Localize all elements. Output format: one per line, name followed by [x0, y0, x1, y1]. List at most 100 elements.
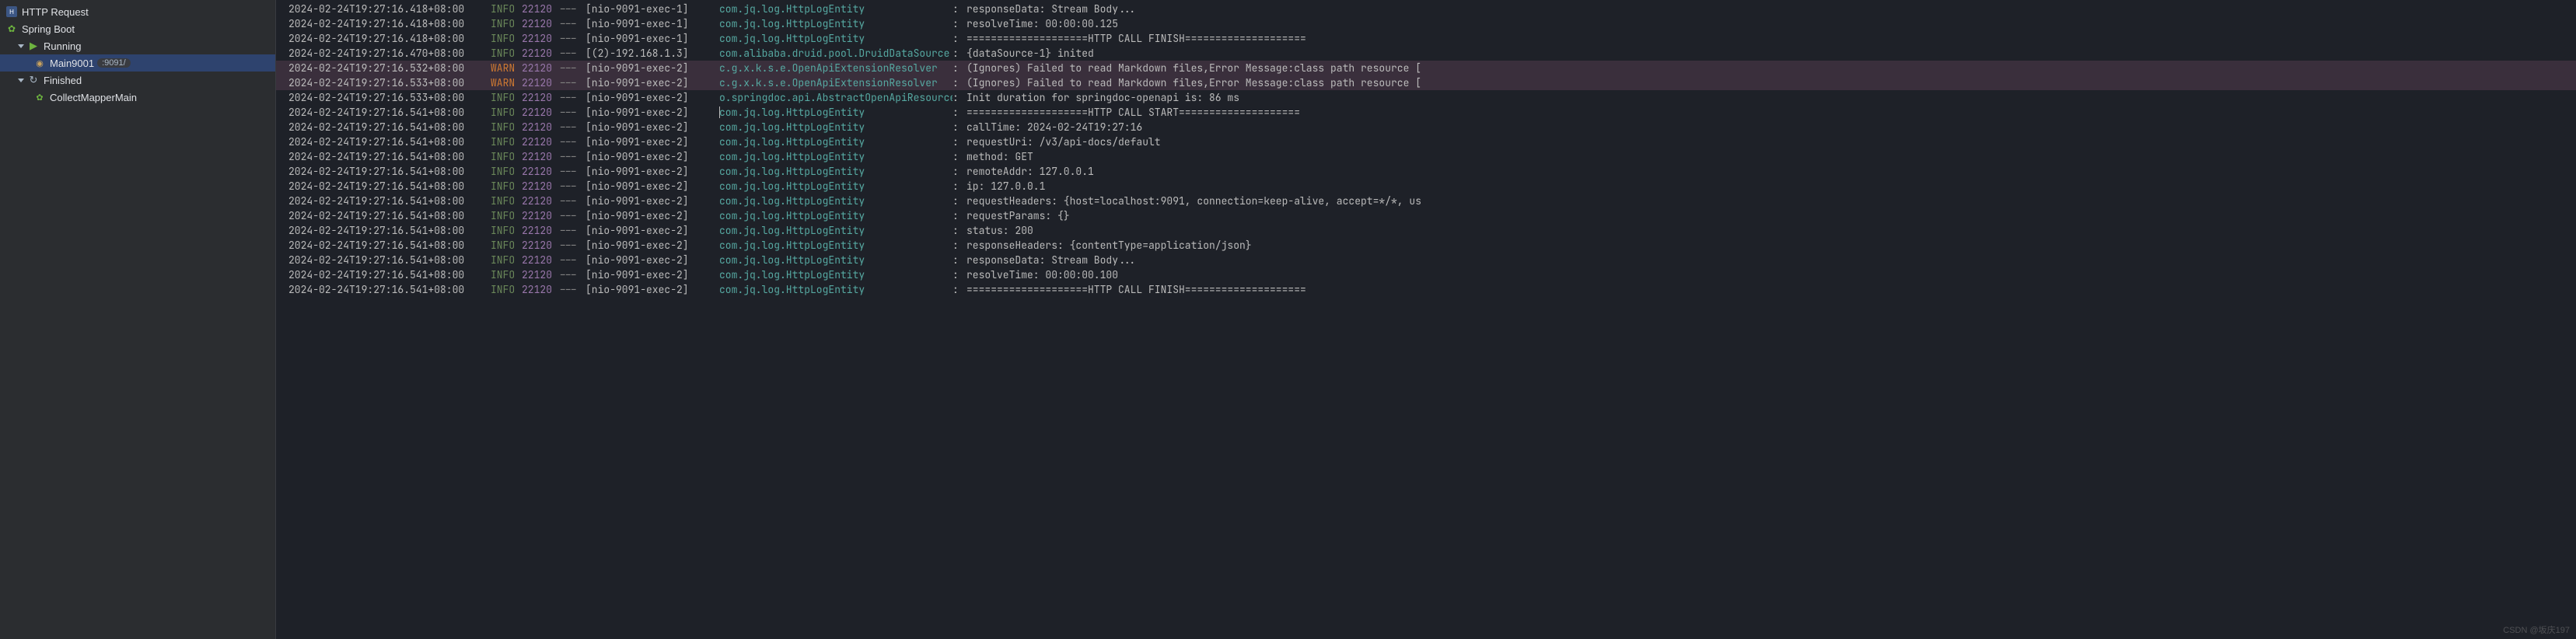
log-line[interactable]: 2024-02-24T19:27:16.541+08:00INFO22120--…: [276, 194, 2576, 208]
log-separator: ---: [559, 120, 585, 134]
cube-icon: ◉: [34, 58, 45, 68]
log-timestamp: 2024-02-24T19:27:16.541+08:00: [288, 208, 491, 223]
log-pid: 22120: [522, 267, 559, 282]
log-line[interactable]: 2024-02-24T19:27:16.533+08:00WARN22120--…: [276, 75, 2576, 90]
log-logger: com.jq.log.HttpLogEntity: [719, 223, 952, 238]
tree-label: HTTP Request: [22, 6, 89, 18]
log-line[interactable]: 2024-02-24T19:27:16.541+08:00INFO22120--…: [276, 179, 2576, 194]
log-separator: ---: [559, 267, 585, 282]
tree-main9001[interactable]: ◉ Main9001 :9091/: [0, 54, 275, 72]
log-thread: [nio-9091-exec-2]: [585, 238, 719, 253]
log-message: ip: 127.0.0.1: [966, 179, 1045, 194]
console-log-pane[interactable]: 2024-02-24T19:27:16.418+08:00INFO22120--…: [276, 0, 2576, 639]
log-separator: ---: [559, 282, 585, 297]
log-timestamp: 2024-02-24T19:27:16.541+08:00: [288, 238, 491, 253]
log-thread: [nio-9091-exec-2]: [585, 179, 719, 194]
log-thread: [nio-9091-exec-2]: [585, 105, 719, 120]
log-level: WARN: [491, 61, 522, 75]
log-thread: [nio-9091-exec-1]: [585, 16, 719, 31]
log-pid: 22120: [522, 149, 559, 164]
log-pid: 22120: [522, 238, 559, 253]
log-timestamp: 2024-02-24T19:27:16.541+08:00: [288, 194, 491, 208]
log-thread: [nio-9091-exec-2]: [585, 61, 719, 75]
log-line[interactable]: 2024-02-24T19:27:16.541+08:00INFO22120--…: [276, 267, 2576, 282]
log-line[interactable]: 2024-02-24T19:27:16.532+08:00WARN22120--…: [276, 61, 2576, 75]
watermark: CSDN @坂庆197: [2503, 623, 2570, 636]
log-timestamp: 2024-02-24T19:27:16.533+08:00: [288, 75, 491, 90]
tree-running[interactable]: ▶ Running: [0, 37, 275, 54]
chevron-down-icon: [17, 42, 25, 50]
log-level: INFO: [491, 208, 522, 223]
log-pid: 22120: [522, 120, 559, 134]
log-level: INFO: [491, 238, 522, 253]
log-colon: :: [952, 194, 966, 208]
tree-collect-mapper[interactable]: ✿ CollectMapperMain: [0, 89, 275, 106]
log-logger: com.jq.log.HttpLogEntity: [719, 149, 952, 164]
log-message: remoteAddr: 127.0.0.1: [966, 164, 1094, 179]
log-pid: 22120: [522, 194, 559, 208]
log-line[interactable]: 2024-02-24T19:27:16.541+08:00INFO22120--…: [276, 223, 2576, 238]
log-line[interactable]: 2024-02-24T19:27:16.418+08:00INFO22120--…: [276, 31, 2576, 46]
log-level: INFO: [491, 164, 522, 179]
log-thread: [nio-9091-exec-2]: [585, 253, 719, 267]
log-thread: [nio-9091-exec-2]: [585, 75, 719, 90]
log-colon: :: [952, 179, 966, 194]
log-timestamp: 2024-02-24T19:27:16.541+08:00: [288, 134, 491, 149]
log-line[interactable]: 2024-02-24T19:27:16.418+08:00INFO22120--…: [276, 2, 2576, 16]
tree-spring-boot[interactable]: ✿ Spring Boot: [0, 20, 275, 37]
log-timestamp: 2024-02-24T19:27:16.541+08:00: [288, 253, 491, 267]
log-logger: com.jq.log.HttpLogEntity: [719, 105, 952, 120]
log-logger: com.jq.log.HttpLogEntity: [719, 31, 952, 46]
log-logger: com.alibaba.druid.pool.DruidDataSource: [719, 46, 952, 61]
log-separator: ---: [559, 134, 585, 149]
log-message: Init duration for springdoc-openapi is: …: [966, 90, 1239, 105]
log-line[interactable]: 2024-02-24T19:27:16.418+08:00INFO22120--…: [276, 16, 2576, 31]
log-line[interactable]: 2024-02-24T19:27:16.541+08:00INFO22120--…: [276, 149, 2576, 164]
run-sidebar: H HTTP Request ✿ Spring Boot ▶ Running ◉…: [0, 0, 276, 639]
log-separator: ---: [559, 179, 585, 194]
log-level: INFO: [491, 90, 522, 105]
log-separator: ---: [559, 149, 585, 164]
tree-http-request[interactable]: H HTTP Request: [0, 3, 275, 20]
log-line[interactable]: 2024-02-24T19:27:16.541+08:00INFO22120--…: [276, 282, 2576, 297]
log-pid: 22120: [522, 134, 559, 149]
tree-label: Running: [44, 40, 81, 52]
log-separator: ---: [559, 105, 585, 120]
log-message: ====================HTTP CALL FINISH====…: [966, 31, 1306, 46]
log-colon: :: [952, 164, 966, 179]
log-line[interactable]: 2024-02-24T19:27:16.541+08:00INFO22120--…: [276, 208, 2576, 223]
log-message: resolveTime: 00:00:00.100: [966, 267, 1118, 282]
log-colon: :: [952, 61, 966, 75]
log-colon: :: [952, 90, 966, 105]
log-separator: ---: [559, 194, 585, 208]
log-line[interactable]: 2024-02-24T19:27:16.541+08:00INFO22120--…: [276, 134, 2576, 149]
log-line[interactable]: 2024-02-24T19:27:16.541+08:00INFO22120--…: [276, 120, 2576, 134]
log-line[interactable]: 2024-02-24T19:27:16.470+08:00INFO22120--…: [276, 46, 2576, 61]
log-timestamp: 2024-02-24T19:27:16.541+08:00: [288, 105, 491, 120]
log-timestamp: 2024-02-24T19:27:16.533+08:00: [288, 90, 491, 105]
log-logger: com.jq.log.HttpLogEntity: [719, 164, 952, 179]
port-badge[interactable]: :9091/: [97, 58, 131, 68]
log-colon: :: [952, 223, 966, 238]
refresh-icon: ↻: [28, 75, 39, 86]
log-separator: ---: [559, 253, 585, 267]
log-line[interactable]: 2024-02-24T19:27:16.533+08:00INFO22120--…: [276, 90, 2576, 105]
log-pid: 22120: [522, 46, 559, 61]
log-level: INFO: [491, 223, 522, 238]
log-separator: ---: [559, 2, 585, 16]
tree-finished[interactable]: ↻ Finished: [0, 72, 275, 89]
log-level: INFO: [491, 282, 522, 297]
log-line[interactable]: 2024-02-24T19:27:16.541+08:00INFO22120--…: [276, 105, 2576, 120]
log-line[interactable]: 2024-02-24T19:27:16.541+08:00INFO22120--…: [276, 164, 2576, 179]
log-line[interactable]: 2024-02-24T19:27:16.541+08:00INFO22120--…: [276, 253, 2576, 267]
log-timestamp: 2024-02-24T19:27:16.541+08:00: [288, 149, 491, 164]
log-message: ====================HTTP CALL FINISH====…: [966, 282, 1306, 297]
log-level: WARN: [491, 75, 522, 90]
log-thread: [nio-9091-exec-2]: [585, 164, 719, 179]
leaf-icon: ✿: [34, 92, 45, 103]
log-thread: [nio-9091-exec-2]: [585, 134, 719, 149]
log-level: INFO: [491, 2, 522, 16]
log-message: resolveTime: 00:00:00.125: [966, 16, 1118, 31]
log-line[interactable]: 2024-02-24T19:27:16.541+08:00INFO22120--…: [276, 238, 2576, 253]
log-level: INFO: [491, 134, 522, 149]
